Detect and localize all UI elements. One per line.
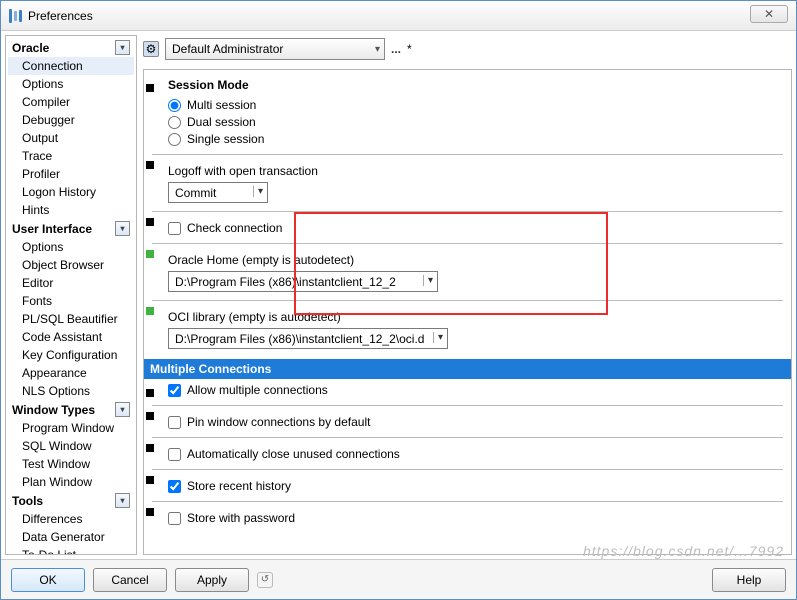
settings-panel: Session Mode Multi session Dual session Si… bbox=[143, 69, 792, 555]
oci-library-combo[interactable]: D:\Program Files (x86)\instantclient_12_… bbox=[168, 328, 448, 349]
sidebar-item[interactable]: Key Configuration bbox=[8, 346, 134, 364]
sidebar-item[interactable]: Options bbox=[8, 238, 134, 256]
sidebar-item[interactable]: Data Generator bbox=[8, 528, 134, 546]
chevron-down-icon[interactable]: ▾ bbox=[115, 221, 130, 236]
category-sidebar[interactable]: Oracle▾ConnectionOptionsCompilerDebugger… bbox=[5, 35, 137, 555]
oci-library-label: OCI library (empty is autodetect) bbox=[168, 310, 341, 324]
multi-label: Store recent history bbox=[187, 479, 291, 493]
sidebar-item[interactable]: PL/SQL Beautifier bbox=[8, 310, 134, 328]
sidebar-item[interactable]: Fonts bbox=[8, 292, 134, 310]
close-button[interactable]: ✕ bbox=[750, 5, 788, 23]
sidebar-item[interactable]: Program Window bbox=[8, 419, 134, 437]
multi-label: Pin window connections by default bbox=[187, 415, 370, 429]
app-icon bbox=[9, 9, 22, 23]
chevron-down-icon[interactable]: ▾ bbox=[115, 40, 130, 55]
toolbar: ⚙ Default Administrator ... * bbox=[143, 35, 792, 63]
session-radio[interactable] bbox=[168, 99, 181, 112]
multi-checkbox[interactable] bbox=[168, 512, 181, 525]
sidebar-category[interactable]: Oracle▾ bbox=[8, 38, 134, 57]
sidebar-item[interactable]: Compiler bbox=[8, 93, 134, 111]
session-mode-header: Session Mode bbox=[168, 78, 783, 92]
sidebar-item[interactable]: Connection bbox=[8, 57, 134, 75]
sidebar-item[interactable]: To-Do List bbox=[8, 546, 134, 555]
modified-star: * bbox=[407, 42, 412, 56]
cancel-button[interactable]: Cancel bbox=[93, 568, 167, 592]
multi-checkbox[interactable] bbox=[168, 480, 181, 493]
footer: OK Cancel Apply ↺ Help bbox=[1, 559, 796, 599]
multi-checkbox[interactable] bbox=[168, 448, 181, 461]
logoff-label: Logoff with open transaction bbox=[168, 164, 318, 178]
sidebar-category[interactable]: Tools▾ bbox=[8, 491, 134, 510]
ok-button[interactable]: OK bbox=[11, 568, 85, 592]
sidebar-item[interactable]: Appearance bbox=[8, 364, 134, 382]
sidebar-item[interactable]: Output bbox=[8, 129, 134, 147]
sidebar-item[interactable]: Logon History bbox=[8, 183, 134, 201]
sidebar-item[interactable]: Trace bbox=[8, 147, 134, 165]
sidebar-item[interactable]: Object Browser bbox=[8, 256, 134, 274]
multi-checkbox[interactable] bbox=[168, 416, 181, 429]
check-connection-label: Check connection bbox=[187, 221, 282, 235]
sidebar-item[interactable]: Editor bbox=[8, 274, 134, 292]
multi-label: Store with password bbox=[187, 511, 295, 525]
check-connection-checkbox[interactable] bbox=[168, 222, 181, 235]
reset-icon[interactable]: ↺ bbox=[257, 572, 273, 588]
sidebar-item[interactable]: Options bbox=[8, 75, 134, 93]
help-button[interactable]: Help bbox=[712, 568, 786, 592]
chevron-down-icon[interactable]: ▾ bbox=[115, 493, 130, 508]
titlebar: Preferences ✕ bbox=[1, 1, 796, 31]
chevron-down-icon[interactable]: ▾ bbox=[115, 402, 130, 417]
oracle-home-label: Oracle Home (empty is autodetect) bbox=[168, 253, 354, 267]
multi-label: Automatically close unused connections bbox=[187, 447, 400, 461]
preferences-window: Preferences ✕ Oracle▾ConnectionOptionsCo… bbox=[0, 0, 797, 600]
session-option-label: Multi session bbox=[187, 98, 256, 112]
session-option-label: Single session bbox=[187, 132, 264, 146]
apply-button[interactable]: Apply bbox=[175, 568, 249, 592]
session-radio[interactable] bbox=[168, 133, 181, 146]
multiple-connections-header: Multiple Connections bbox=[144, 359, 791, 379]
sidebar-category[interactable]: Window Types▾ bbox=[8, 400, 134, 419]
window-title: Preferences bbox=[28, 9, 93, 23]
multi-checkbox[interactable] bbox=[168, 384, 181, 397]
sidebar-item[interactable]: Hints bbox=[8, 201, 134, 219]
sidebar-item[interactable]: Test Window bbox=[8, 455, 134, 473]
sidebar-item[interactable]: Code Assistant bbox=[8, 328, 134, 346]
oracle-home-combo[interactable]: D:\Program Files (x86)\instantclient_12_… bbox=[168, 271, 438, 292]
sidebar-item[interactable]: Plan Window bbox=[8, 473, 134, 491]
sidebar-item[interactable]: NLS Options bbox=[8, 382, 134, 400]
admin-dropdown[interactable]: Default Administrator bbox=[165, 38, 385, 60]
browse-button[interactable]: ... bbox=[391, 42, 401, 56]
session-radio[interactable] bbox=[168, 116, 181, 129]
sidebar-category[interactable]: User Interface▾ bbox=[8, 219, 134, 238]
logoff-combo[interactable]: Commit bbox=[168, 182, 268, 203]
sidebar-item[interactable]: SQL Window bbox=[8, 437, 134, 455]
sidebar-item[interactable]: Debugger bbox=[8, 111, 134, 129]
session-option-label: Dual session bbox=[187, 115, 256, 129]
admin-icon: ⚙ bbox=[143, 41, 159, 57]
sidebar-item[interactable]: Differences bbox=[8, 510, 134, 528]
sidebar-item[interactable]: Profiler bbox=[8, 165, 134, 183]
multi-label: Allow multiple connections bbox=[187, 383, 328, 397]
